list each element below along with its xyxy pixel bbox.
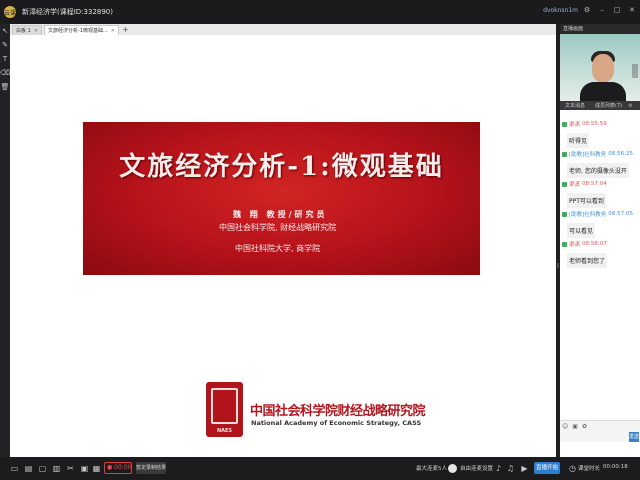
trash-icon[interactable]: 🗑: [0, 80, 10, 94]
record-timer: 00:00: [114, 464, 132, 471]
chat-text: 老师看到您了: [567, 253, 608, 268]
tab-slides[interactable]: 文旅经济分析-1微观基础... ✕: [43, 25, 119, 35]
logo-chinese-name: 中国社会科学院财经战略研究院: [250, 404, 426, 419]
chat-sender: 渠潇: [569, 122, 581, 128]
file-icon[interactable]: ▥: [52, 464, 61, 473]
speaker-icon[interactable]: ♫: [506, 464, 515, 473]
start-live-button[interactable]: 直播开始: [534, 462, 560, 474]
auto-mic-toggle[interactable]: [448, 464, 457, 473]
chat-text: 老师, 您的摄像头没开: [567, 163, 629, 178]
pen-icon[interactable]: ✎: [0, 38, 10, 52]
eraser-icon[interactable]: ⌫: [0, 66, 10, 80]
chat-message: 渠潇 08:58:07 老师看到您了: [562, 240, 638, 268]
logo-seal-text: NAES: [216, 428, 233, 434]
chat-tabs: 文本消息 成员列表(7) ⚙: [560, 101, 640, 110]
chat-message-meta: 渠潇 08:57:04: [562, 180, 638, 188]
role-icon: [562, 151, 567, 157]
chat-text: PPT可以看到: [567, 193, 606, 208]
chat-input-toolbar: ☺ ▣ ✿: [562, 423, 587, 430]
role-icon: [562, 121, 567, 127]
chat-sender: [助教]社科教务: [569, 212, 607, 218]
maximize-icon[interactable]: □: [613, 6, 621, 14]
elapsed-time: 00:00:18: [603, 464, 628, 470]
tab-text-messages[interactable]: 文本消息: [560, 102, 590, 109]
stop-record-button[interactable]: 暂定录制结果: [136, 462, 166, 474]
left-toolbar: ↖ ✎ T ⌫ 🗑: [0, 24, 10, 460]
add-tab-button[interactable]: +: [122, 25, 129, 35]
slide-affiliation-2: 中国社科院大学, 商学院: [235, 244, 321, 253]
settings-icon[interactable]: ⚙: [583, 6, 591, 14]
role-icon: [562, 241, 567, 247]
timer-icon: ◷: [569, 464, 576, 473]
flower-icon[interactable]: ✿: [582, 423, 587, 430]
chat-sender: [助教]社科教务: [569, 152, 607, 158]
chat-text: 可以看见: [567, 223, 596, 238]
window-controls: ⚙ – □ ✕: [583, 6, 636, 14]
chat-message: [助教]社科教务 08:56:25 老师, 您的摄像头没开: [562, 150, 638, 178]
whiteboard-icon[interactable]: ▢: [38, 464, 47, 473]
layout-icon[interactable]: ▦: [92, 464, 101, 473]
chat-time: 08:56:25: [608, 151, 633, 157]
settings-icon[interactable]: ⚙: [628, 103, 632, 109]
chat-message: [助教]社科教务 08:57:05 可以看见: [562, 210, 638, 238]
right-panel: 直播画面 文本消息 成员列表(7) ⚙ 渠潇 08:55:59 听得见 [助教]社科教…: [560, 24, 640, 460]
chat-text: 听得见: [567, 133, 590, 148]
text-icon[interactable]: T: [0, 52, 10, 66]
tab-label: 白板 1: [16, 28, 31, 34]
chat-message: 渠潇 08:57:04 PPT可以看到: [562, 180, 638, 208]
chat-sender: 渠潇: [569, 182, 581, 188]
role-icon: [562, 211, 567, 217]
bottom-toolbar: ▭ ▤ ▢ ▥ ✂ ▣ ▦ ● 00:00 暂定录制结果 最大连麦5人 自由连麦…: [0, 457, 640, 480]
elapsed-label: 课堂时长: [578, 466, 601, 472]
cursor-icon[interactable]: ↖: [0, 24, 10, 38]
slide-title: 文旅经济分析-1:微观基础: [119, 152, 444, 182]
image-icon[interactable]: ▣: [572, 423, 578, 430]
chat-time: 08:57:05: [608, 211, 633, 217]
title-banner: 文旅经济分析-1:微观基础 魏 翔 教授/研究员 中国社会科学院, 财经战略研究…: [83, 122, 480, 275]
slide-affiliation-1: 中国社会科学院, 财经战略研究院: [219, 223, 337, 232]
slide-canvas[interactable]: 文旅经济分析-1:微观基础 魏 翔 教授/研究员 中国社会科学院, 财经战略研究…: [10, 35, 556, 457]
chat-time: 08:57:04: [582, 181, 607, 187]
chat-message-meta: 渠潇 08:58:07: [562, 240, 638, 248]
close-icon[interactable]: ✕: [628, 6, 636, 14]
chat-sender: 渠潇: [569, 242, 581, 248]
logo-english-name: National Academy of Economic Strategy, C…: [251, 419, 422, 427]
close-icon[interactable]: ✕: [34, 28, 38, 34]
chat-time: 08:55:59: [582, 121, 607, 127]
tab-label: 文旅经济分析-1微观基础...: [47, 28, 108, 34]
send-button[interactable]: 发送: [629, 432, 639, 442]
app-logo-icon: 云课: [4, 6, 16, 18]
chat-message-meta: [助教]社科教务 08:56:25: [562, 150, 638, 158]
camera-video: [560, 34, 640, 101]
camera-icon[interactable]: ▣: [80, 464, 89, 473]
close-icon[interactable]: ✕: [111, 28, 115, 34]
microphone-icon[interactable]: ♪: [494, 464, 503, 473]
chat-message-meta: [助教]社科教务 08:57:05: [562, 210, 638, 218]
user-name[interactable]: dvoknsn1m: [543, 7, 578, 14]
document-icon[interactable]: ▤: [24, 464, 33, 473]
chat-message: 渠潇 08:55:59 听得见: [562, 120, 638, 148]
window-title: 新漳经济学(课程ID:332890): [22, 8, 113, 16]
app-window: 云课 新漳经济学(课程ID:332890) dvoknsn1m ⚙ – □ ✕ …: [0, 0, 640, 480]
role-icon: [562, 181, 567, 187]
chat-messages[interactable]: 渠潇 08:55:59 听得见 [助教]社科教务 08:56:25 老师, 您的摄像头没开…: [560, 116, 640, 416]
chat-message-meta: 渠潇 08:55:59: [562, 120, 638, 128]
title-bar: 云课 新漳经济学(课程ID:332890) dvoknsn1m ⚙ – □ ✕: [0, 0, 640, 24]
tab-whiteboard[interactable]: 白板 1 ✕: [12, 25, 42, 35]
tab-member-list[interactable]: 成员列表(7): [590, 102, 627, 109]
video-icon[interactable]: ▶: [520, 464, 529, 473]
record-button[interactable]: ● 00:00: [104, 462, 132, 474]
chat-input-area[interactable]: ☺ ▣ ✿ 发送: [560, 420, 640, 442]
scissors-icon[interactable]: ✂: [66, 464, 75, 473]
chat-time: 08:58:07: [582, 241, 607, 247]
document-tabs: 白板 1 ✕ 文旅经济分析-1微观基础... ✕ +: [10, 24, 556, 35]
live-view-header: 直播画面: [560, 24, 640, 34]
institute-logo-icon: NAES: [206, 382, 243, 437]
auto-mic-label: 自由连麦设置: [460, 466, 494, 472]
max-mic-seats[interactable]: 最大连麦5人: [416, 464, 447, 472]
minimize-icon[interactable]: –: [598, 6, 606, 14]
emoji-icon[interactable]: ☺: [562, 423, 568, 430]
screen-share-icon[interactable]: ▭: [10, 464, 19, 473]
slide-author: 魏 翔 教授/研究员: [233, 209, 328, 219]
